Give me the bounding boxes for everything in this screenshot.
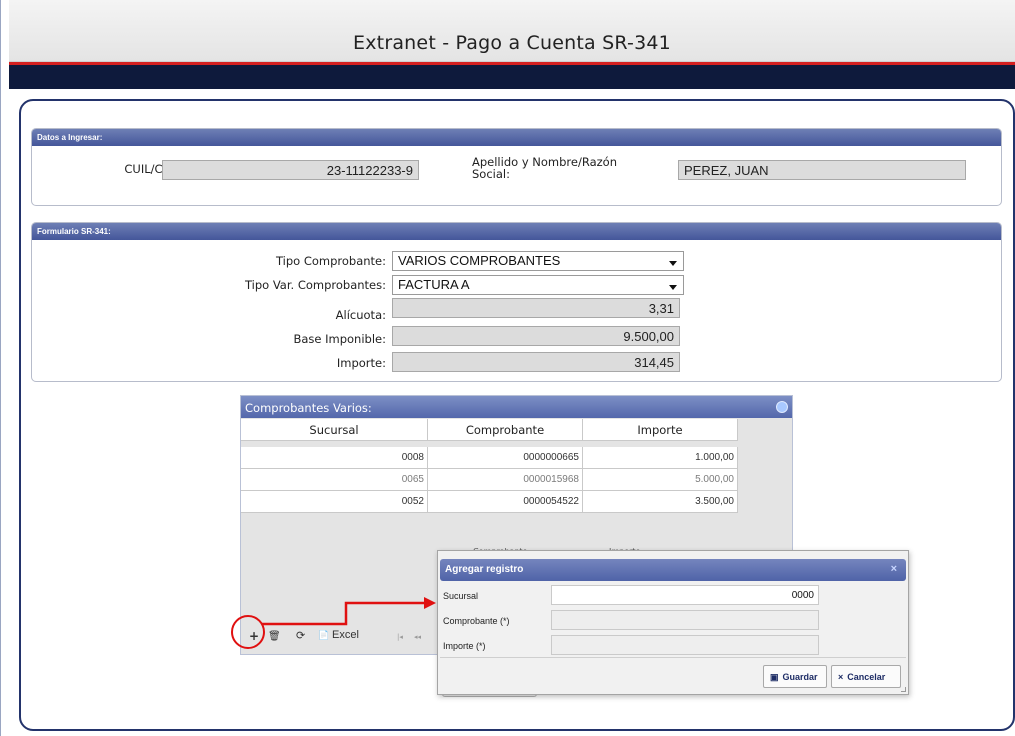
formulario-section-header: Formulario SR-341: (32, 223, 1001, 240)
tipo-comprobante-label: Tipo Comprobante: (275, 254, 386, 268)
tipo-var-label: Tipo Var. Comprobantes: (244, 278, 386, 292)
nombre-label: Apellido y Nombre/Razón Social: (472, 155, 617, 181)
cell-comprobante: 0000000665 (428, 447, 583, 469)
cell-comprobante: 0000015968 (428, 469, 583, 491)
base-imponible-field[interactable]: 9.500,00 (392, 326, 680, 346)
datos-section: Datos a Ingresar: CUIL/CUIT: 23-11122233… (31, 128, 1002, 206)
table-row[interactable]: 0065 0000015968 5.000,00 (241, 469, 738, 491)
cuit-field[interactable]: 23-11122233-9 (162, 160, 419, 180)
grid-title-bar: Comprobantes Varios: (241, 396, 792, 418)
comprobante-label: Comprobante (*) (443, 616, 510, 626)
prev-page-icon[interactable]: ◂◂ (414, 633, 421, 641)
tipo-var-select[interactable]: FACTURA A (392, 275, 684, 295)
importe-label: Importe: (336, 356, 386, 370)
cell-sucursal: 0008 (241, 447, 428, 469)
grid-toolbar: + 🗑 ⟳ 📄 Excel |◂ ◂◂ (240, 627, 440, 649)
column-header-comprobante[interactable]: Comprobante (428, 419, 583, 441)
cell-importe: 3.500,00 (583, 491, 738, 513)
sucursal-label: Sucursal (443, 591, 479, 601)
excel-icon[interactable]: 📄 (318, 631, 329, 641)
cancel-icon: × (838, 672, 844, 682)
dialog-title-bar: Agregar registro × (440, 559, 906, 581)
column-header-importe[interactable]: Importe (583, 419, 738, 441)
dialog-divider (440, 657, 906, 658)
formulario-section: Formulario SR-341: Tipo Comprobante: VAR… (31, 222, 1002, 382)
cell-sucursal: 0052 (241, 491, 428, 513)
agregar-registro-dialog: Agregar registro × Sucursal 0000 Comprob… (437, 550, 909, 695)
dialog-title: Agregar registro (445, 564, 524, 575)
datos-section-header: Datos a Ingresar: (32, 129, 1001, 146)
collapse-icon[interactable] (776, 401, 788, 413)
column-header-sucursal[interactable]: Sucursal (241, 419, 428, 441)
alicuota-field[interactable]: 3,31 (392, 298, 680, 318)
tipo-comprobante-select[interactable]: VARIOS COMPROBANTES (392, 251, 684, 271)
importe-input[interactable] (551, 635, 819, 655)
alicuota-label: Alícuota: (335, 308, 386, 322)
first-page-icon[interactable]: |◂ (397, 633, 403, 641)
cell-sucursal: 0065 (241, 469, 428, 491)
chevron-down-icon (669, 285, 677, 290)
table-row[interactable]: 0052 0000054522 3.500,00 (241, 491, 738, 513)
chevron-down-icon (669, 261, 677, 266)
guardar-label: Guardar (782, 672, 818, 682)
tipo-comprobante-value: VARIOS COMPROBANTES (398, 253, 561, 268)
excel-button[interactable]: Excel (332, 629, 359, 641)
base-imponible-label: Base Imponible: (293, 332, 386, 346)
app-title-bar: Extranet - Pago a Cuenta SR-341 (9, 0, 1015, 62)
resize-grip-icon[interactable] (901, 687, 906, 692)
importe-dialog-label: Importe (*) (443, 641, 486, 651)
cell-comprobante: 0000054522 (428, 491, 583, 513)
sucursal-input[interactable]: 0000 (551, 585, 819, 605)
page-title: Extranet - Pago a Cuenta SR-341 (353, 32, 671, 54)
cell-importe: 5.000,00 (583, 469, 738, 491)
trash-icon[interactable]: 🗑 (268, 631, 281, 642)
refresh-icon[interactable]: ⟳ (296, 629, 305, 642)
save-icon: ▣ (770, 672, 779, 682)
grid-title: Comprobantes Varios: (245, 401, 372, 415)
comprobante-input[interactable] (551, 610, 819, 630)
grid-header-row: Sucursal Comprobante Importe (241, 419, 738, 441)
close-icon[interactable]: × (891, 563, 897, 575)
navigation-bar (9, 65, 1015, 89)
guardar-button[interactable]: ▣ Guardar (763, 665, 827, 688)
cancelar-button[interactable]: × Cancelar (831, 665, 901, 688)
cell-importe: 1.000,00 (583, 447, 738, 469)
table-row[interactable]: 0008 0000000665 1.000,00 (241, 447, 738, 469)
nombre-field[interactable]: PEREZ, JUAN (678, 160, 966, 180)
add-icon[interactable]: + (249, 629, 259, 643)
importe-field[interactable]: 314,45 (392, 352, 680, 372)
cancelar-label: Cancelar (847, 672, 886, 682)
tipo-var-value: FACTURA A (398, 277, 470, 292)
